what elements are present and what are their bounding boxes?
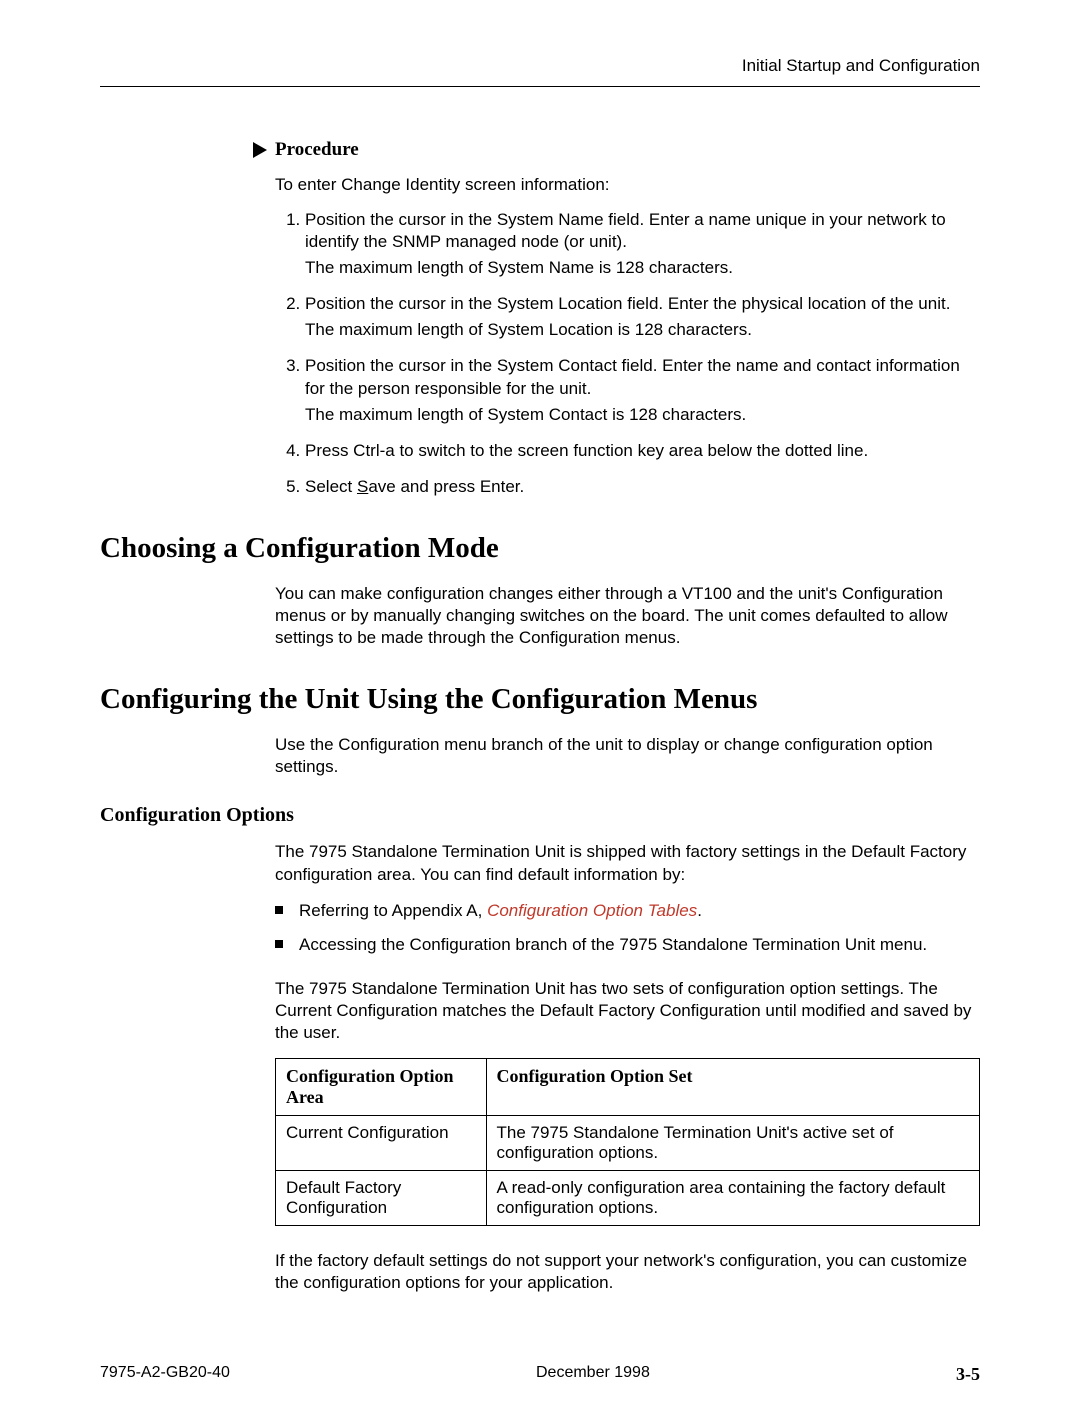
table-header-row: Configuration Option Area Configuration … — [276, 1059, 980, 1116]
th-set: Configuration Option Set — [486, 1059, 980, 1116]
td-area: Current Configuration — [276, 1116, 487, 1171]
bullet-1: Referring to Appendix A, Configuration O… — [275, 900, 980, 922]
arrow-right-icon — [253, 142, 267, 158]
config-bullets: Referring to Appendix A, Configuration O… — [275, 900, 980, 956]
section-choosing-mode: Choosing a Configuration Mode — [100, 532, 980, 565]
config-p1: The 7975 Standalone Termination Unit is … — [275, 841, 980, 885]
section-configuring-unit: Configuring the Unit Using the Configura… — [100, 683, 980, 716]
step-1: Position the cursor in the System Name f… — [305, 209, 980, 279]
step-text: Press Ctrl-a to switch to the screen fun… — [305, 441, 868, 460]
bullet-2: Accessing the Configuration branch of th… — [275, 934, 980, 956]
th-area: Configuration Option Area — [276, 1059, 487, 1116]
footer-left: 7975-A2-GB20-40 — [100, 1364, 230, 1385]
step-pre: Select — [305, 477, 357, 496]
td-set: The 7975 Standalone Termination Unit's a… — [486, 1116, 980, 1171]
footer-center: December 1998 — [536, 1364, 650, 1385]
subsection-config-options: Configuration Options — [100, 804, 980, 827]
footer-page-number: 3-5 — [956, 1364, 980, 1385]
procedure-heading: Procedure — [275, 139, 980, 161]
step-5: Select Save and press Enter. — [305, 476, 980, 498]
section1-body: You can make configuration changes eithe… — [275, 583, 980, 649]
bullet-pre: Accessing the Configuration branch of th… — [299, 935, 927, 954]
table-row: Current Configuration The 7975 Standalon… — [276, 1116, 980, 1171]
bullet-post: . — [697, 901, 702, 920]
td-area: Default Factory Configuration — [276, 1171, 487, 1226]
procedure-label: Procedure — [275, 139, 359, 161]
config-p3: If the factory default settings do not s… — [275, 1250, 980, 1294]
step-3: Position the cursor in the System Contac… — [305, 355, 980, 425]
config-option-tables-link[interactable]: Configuration Option Tables — [487, 901, 697, 920]
step-sub: The maximum length of System Location is… — [305, 319, 980, 341]
section2-body: Use the Configuration menu branch of the… — [275, 734, 980, 778]
running-head: Initial Startup and Configuration — [100, 56, 980, 76]
step-text: Position the cursor in the System Name f… — [305, 210, 946, 251]
page-footer: 7975-A2-GB20-40 December 1998 3-5 — [100, 1364, 980, 1385]
table-row: Default Factory Configuration A read-onl… — [276, 1171, 980, 1226]
step-text: Position the cursor in the System Locati… — [305, 294, 950, 313]
config-p2: The 7975 Standalone Termination Unit has… — [275, 978, 980, 1044]
header-rule — [100, 86, 980, 87]
step-sub: The maximum length of System Name is 128… — [305, 257, 980, 279]
step-2: Position the cursor in the System Locati… — [305, 293, 980, 341]
step-underline: S — [357, 477, 368, 496]
config-table: Configuration Option Area Configuration … — [275, 1058, 980, 1226]
step-sub: The maximum length of System Contact is … — [305, 404, 980, 426]
td-set: A read-only configuration area containin… — [486, 1171, 980, 1226]
step-post: ave and press Enter. — [368, 477, 524, 496]
step-4: Press Ctrl-a to switch to the screen fun… — [305, 440, 980, 462]
bullet-pre: Referring to Appendix A, — [299, 901, 487, 920]
step-text: Position the cursor in the System Contac… — [305, 356, 960, 397]
procedure-intro: To enter Change Identity screen informat… — [275, 175, 980, 195]
procedure-steps: Position the cursor in the System Name f… — [275, 209, 980, 498]
